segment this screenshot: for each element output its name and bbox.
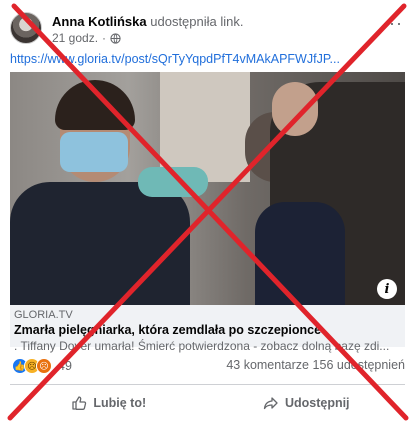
like-label: Lubię to! xyxy=(93,396,147,410)
photo-nurse-body xyxy=(10,182,190,305)
card-description: . Tiffany Dover umarła! Śmierć potwierdz… xyxy=(14,339,390,353)
share-label: Udostępnij xyxy=(284,396,350,410)
photo-glove xyxy=(138,167,208,197)
share-button[interactable]: Udostępnij xyxy=(208,388,406,418)
photo-mask xyxy=(60,132,128,172)
info-icon[interactable]: i xyxy=(377,279,397,299)
link-preview-image[interactable]: i xyxy=(10,72,405,305)
reactions[interactable]: 👍 ☹ ☹ 49 xyxy=(12,358,72,374)
link-card[interactable]: GLORIA.TV Zmarła pielęgniarka, która zem… xyxy=(10,305,405,353)
thumbs-up-icon xyxy=(72,396,87,410)
angry-reaction-icon: ☹ xyxy=(36,358,52,374)
meta-separator: · xyxy=(102,31,107,45)
post-stats: 👍 ☹ ☹ 49 43 komentarze 156 udostępnień xyxy=(10,358,405,378)
photo-person-3-head xyxy=(272,82,318,136)
action-bar: Lubię to! Udostępnij xyxy=(10,388,405,418)
divider xyxy=(10,384,405,385)
post-meta: 21 godz. · xyxy=(52,31,121,45)
shares-count[interactable]: 156 udostępnień xyxy=(313,358,405,372)
comments-count[interactable]: 43 komentarze xyxy=(226,358,309,372)
facebook-post: Anna Kotlińska udostępniła link. 21 godz… xyxy=(0,0,415,422)
share-icon xyxy=(263,397,278,410)
avatar[interactable] xyxy=(10,12,42,44)
globe-icon xyxy=(110,32,121,44)
name-line: Anna Kotlińska udostępniła link. xyxy=(52,14,243,29)
reaction-count: 49 xyxy=(58,359,72,373)
post-link[interactable]: https://www.gloria.tv/post/sQrTyYqpdPfT4… xyxy=(10,52,405,66)
card-domain: GLORIA.TV xyxy=(14,309,73,321)
like-button[interactable]: Lubię to! xyxy=(10,388,208,418)
author-name[interactable]: Anna Kotlińska xyxy=(52,14,147,29)
photo-person-4 xyxy=(255,202,345,305)
photo-wall xyxy=(160,72,250,182)
post-time[interactable]: 21 godz. xyxy=(52,31,98,45)
more-icon[interactable]: ··· xyxy=(382,14,403,32)
card-title: Zmarła pielęgniarka, która zemdlała po s… xyxy=(14,323,322,337)
post-header: Anna Kotlińska udostępniła link. 21 godz… xyxy=(10,8,405,45)
post-action: udostępniła link. xyxy=(150,14,244,29)
